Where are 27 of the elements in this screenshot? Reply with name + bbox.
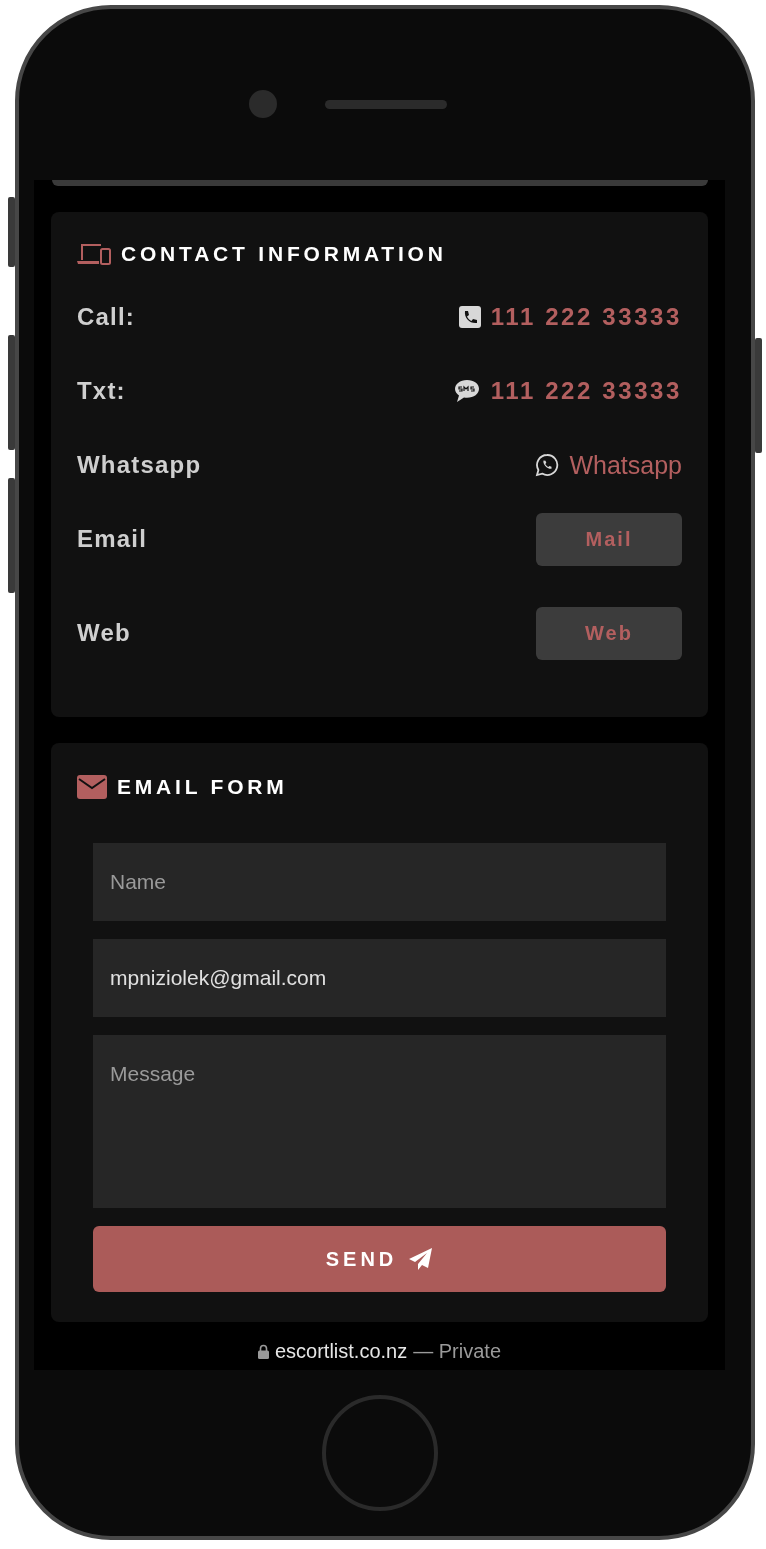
sms-bubble-icon bbox=[452, 378, 481, 404]
lock-icon bbox=[257, 1344, 269, 1359]
section-title: EMAIL FORM bbox=[117, 775, 288, 799]
devices-icon bbox=[77, 242, 111, 266]
phone-link[interactable]: 111 222 33333 bbox=[490, 303, 682, 331]
paper-plane-icon bbox=[409, 1248, 434, 1270]
section-title: CONTACT INFORMATION bbox=[121, 242, 447, 266]
send-button[interactable]: SEND bbox=[93, 1226, 666, 1292]
contact-label: Call: bbox=[77, 303, 135, 331]
home-button[interactable] bbox=[322, 1395, 438, 1511]
contact-button[interactable]: Web bbox=[536, 606, 682, 660]
whatsapp-link[interactable]: Whatsapp bbox=[569, 450, 682, 480]
input-field[interactable]: Name bbox=[93, 843, 666, 921]
input-field[interactable]: mpniziolek@gmail.com bbox=[93, 939, 666, 1017]
contact-button[interactable]: Mail bbox=[536, 512, 682, 566]
url-text: escortlist.co.nz bbox=[274, 1340, 408, 1363]
whatsapp-icon bbox=[535, 453, 560, 477]
message-field[interactable]: Message bbox=[93, 1035, 666, 1208]
phone-link[interactable]: 111 222 33333 bbox=[490, 377, 682, 405]
contact-label: Email bbox=[77, 525, 148, 553]
browsing-mode: — Private bbox=[413, 1340, 502, 1363]
camera-dot bbox=[249, 90, 277, 118]
contact-label: Web bbox=[77, 619, 131, 647]
envelope-icon bbox=[77, 775, 107, 799]
phone-icon bbox=[458, 306, 481, 328]
contact-label: Txt: bbox=[77, 377, 126, 405]
contact-label: Whatsapp bbox=[77, 451, 202, 479]
